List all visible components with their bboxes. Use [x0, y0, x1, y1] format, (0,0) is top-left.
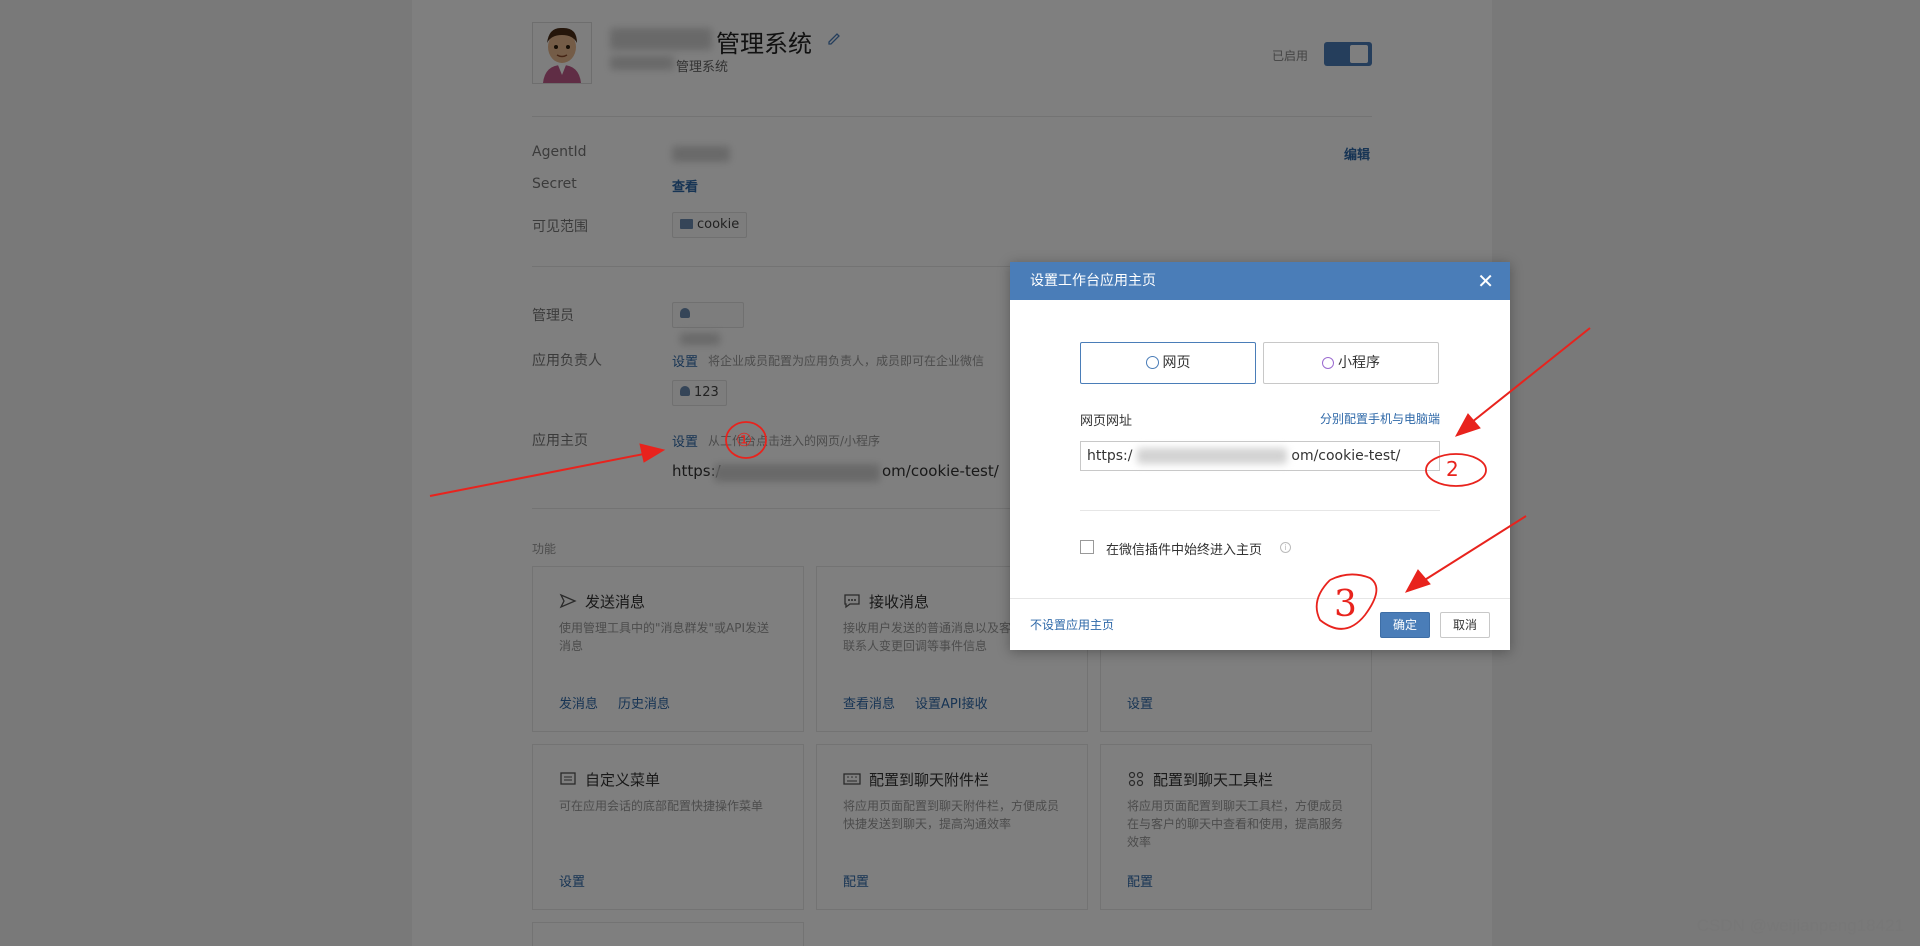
- tab-mini-program-label: 小程序: [1338, 355, 1380, 371]
- tab-webpage-label: 网页: [1162, 355, 1191, 371]
- confirm-button[interactable]: 确定: [1380, 612, 1430, 638]
- dialog-title: 设置工作台应用主页: [1030, 273, 1156, 289]
- modal-backdrop[interactable]: [0, 0, 1920, 946]
- mini-program-icon: [1322, 357, 1334, 369]
- always-home-checkbox[interactable]: [1080, 540, 1094, 554]
- cancel-button[interactable]: 取消: [1440, 612, 1490, 638]
- info-icon[interactable]: i: [1280, 542, 1291, 553]
- globe-icon: [1145, 356, 1159, 369]
- tab-webpage[interactable]: 网页: [1080, 342, 1256, 384]
- no-homepage-link[interactable]: 不设置应用主页: [1030, 616, 1114, 633]
- watermark: CSDN @weijianpeng18421: [1696, 916, 1904, 935]
- url-redacted: [1136, 448, 1287, 464]
- close-icon[interactable]: ✕: [1477, 262, 1494, 300]
- divider: [1010, 598, 1510, 599]
- url-suffix: om/cookie-test/: [1291, 448, 1401, 464]
- always-home-label: 在微信插件中始终进入主页: [1106, 543, 1263, 558]
- dialog-header: 设置工作台应用主页 ✕: [1010, 262, 1510, 300]
- homepage-url-input[interactable]: https:/ om/cookie-test/: [1080, 441, 1440, 471]
- divider: [1080, 510, 1440, 511]
- tab-mini-program[interactable]: 小程序: [1263, 342, 1439, 384]
- url-field-label: 网页网址: [1080, 414, 1133, 429]
- url-prefix: https:/: [1087, 448, 1133, 464]
- split-config-link[interactable]: 分别配置手机与电脑端: [1310, 410, 1440, 427]
- set-homepage-dialog: 设置工作台应用主页 ✕ 网页 小程序 网页网址 分别配置手机与电脑端 https…: [1010, 262, 1510, 650]
